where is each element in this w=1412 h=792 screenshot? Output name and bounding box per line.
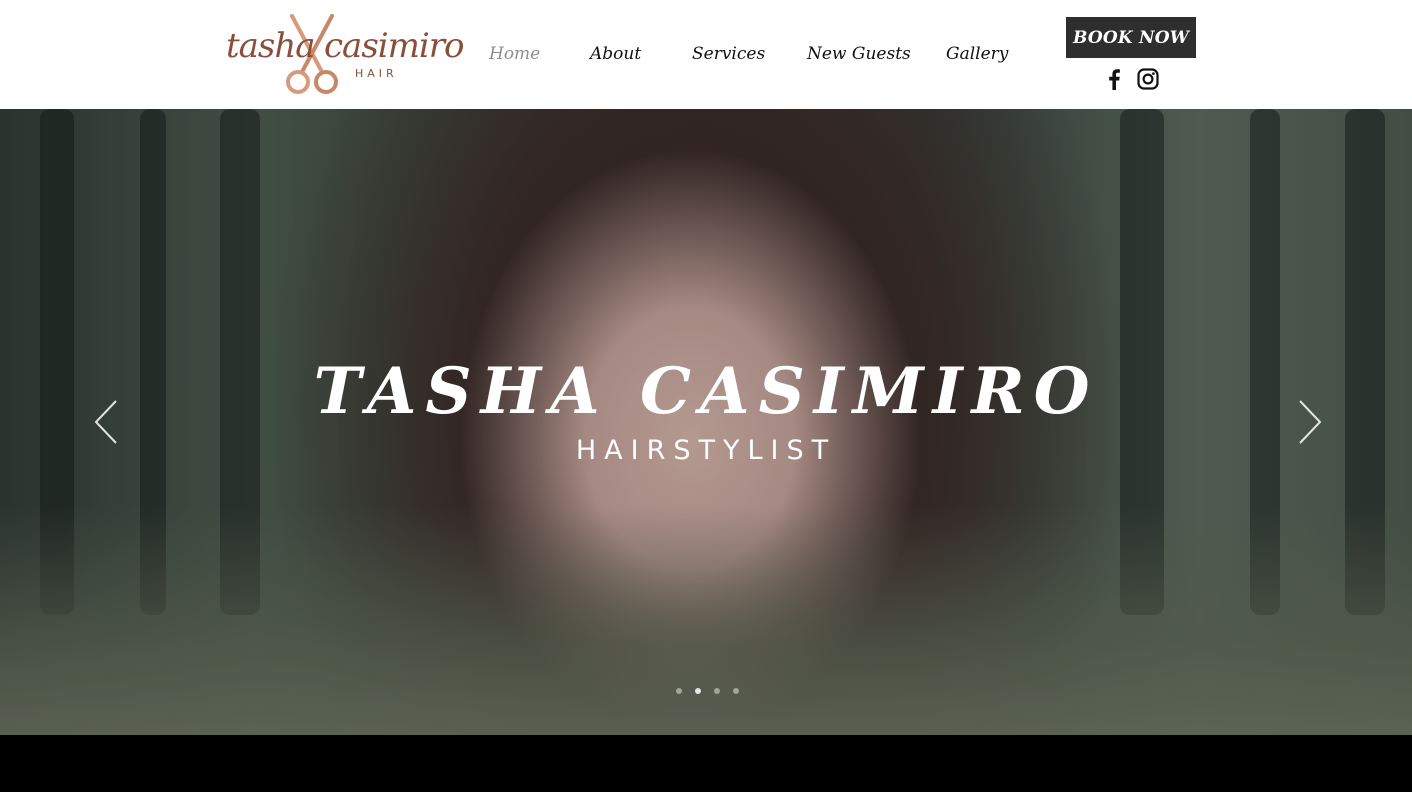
facebook-icon[interactable] [1102,67,1126,91]
next-slide-arrow-icon[interactable] [1294,399,1324,445]
instagram-icon[interactable] [1136,67,1160,91]
hero-title: TASHA CASIMIRO [313,354,1099,429]
nav-about[interactable]: About [590,44,641,64]
nav-gallery[interactable]: Gallery [946,44,1008,64]
slide-indicators [676,688,739,694]
logo-word-casimiro: casimiro [324,26,464,66]
logo-word-tasha: tasha [226,26,316,66]
site-header: tasha casimiro HAIR Home About Services … [0,0,1412,109]
slide-dot[interactable] [714,688,720,694]
hero-subtitle: HAIRSTYLIST [575,435,837,466]
nav-home[interactable]: Home [489,44,540,64]
prev-slide-arrow-icon[interactable] [92,399,122,445]
nav-services[interactable]: Services [692,44,765,64]
slide-dot-active[interactable] [695,688,701,694]
slide-dot[interactable] [733,688,739,694]
logo-subtitle: HAIR [355,67,398,80]
page-bottom-bar [0,735,1412,792]
hero-slideshow: TASHA CASIMIRO HAIRSTYLIST [0,109,1412,735]
nav-new-guests[interactable]: New Guests [807,44,911,64]
book-now-button[interactable]: BOOK NOW [1066,17,1196,58]
site-logo[interactable]: tasha casimiro HAIR [224,12,464,98]
slide-dot[interactable] [676,688,682,694]
